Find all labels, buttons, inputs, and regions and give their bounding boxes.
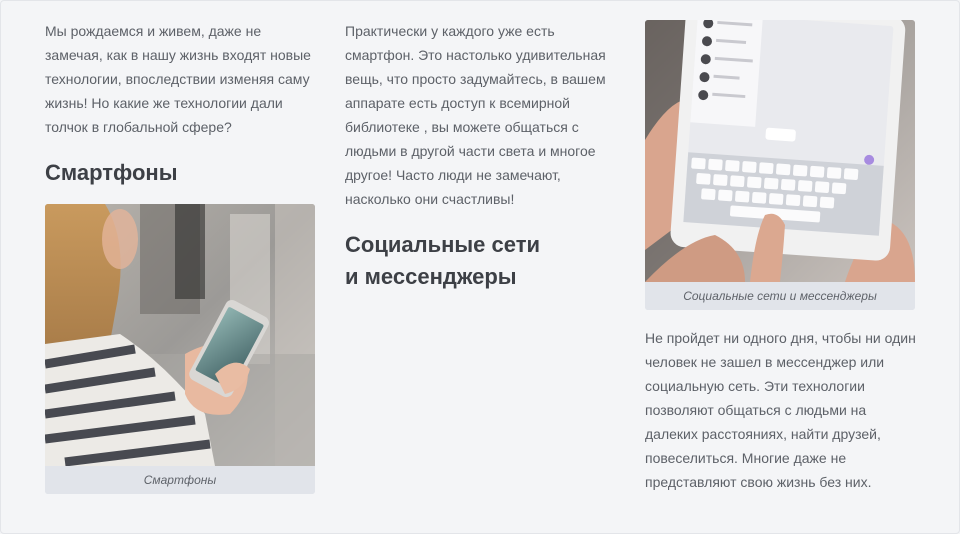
social-heading-line1: Социальные сети [345,232,541,257]
tablet-caption: Социальные сети и мессенджеры [645,282,915,310]
social-paragraph: Не пройдет ни одного дня, чтобы ни один … [645,330,916,490]
smartphone-paragraph: Практически у каждого уже есть смартфон.… [345,23,606,207]
smartphone-photo [45,204,315,466]
social-heading: Социальные сети и мессенджеры [345,229,617,293]
social-heading-line2: и мессенджеры [345,264,517,289]
smartphone-caption: Смартфоны [45,466,315,494]
smartphone-figure: Смартфоны [45,204,315,494]
tablet-photo [645,20,915,282]
tablet-figure: Социальные сети и мессенджеры [645,20,915,310]
intro-paragraph: Мы рождаемся и живем, даже не замечая, к… [45,23,311,135]
smartphones-heading: Смартфоны [45,160,178,185]
